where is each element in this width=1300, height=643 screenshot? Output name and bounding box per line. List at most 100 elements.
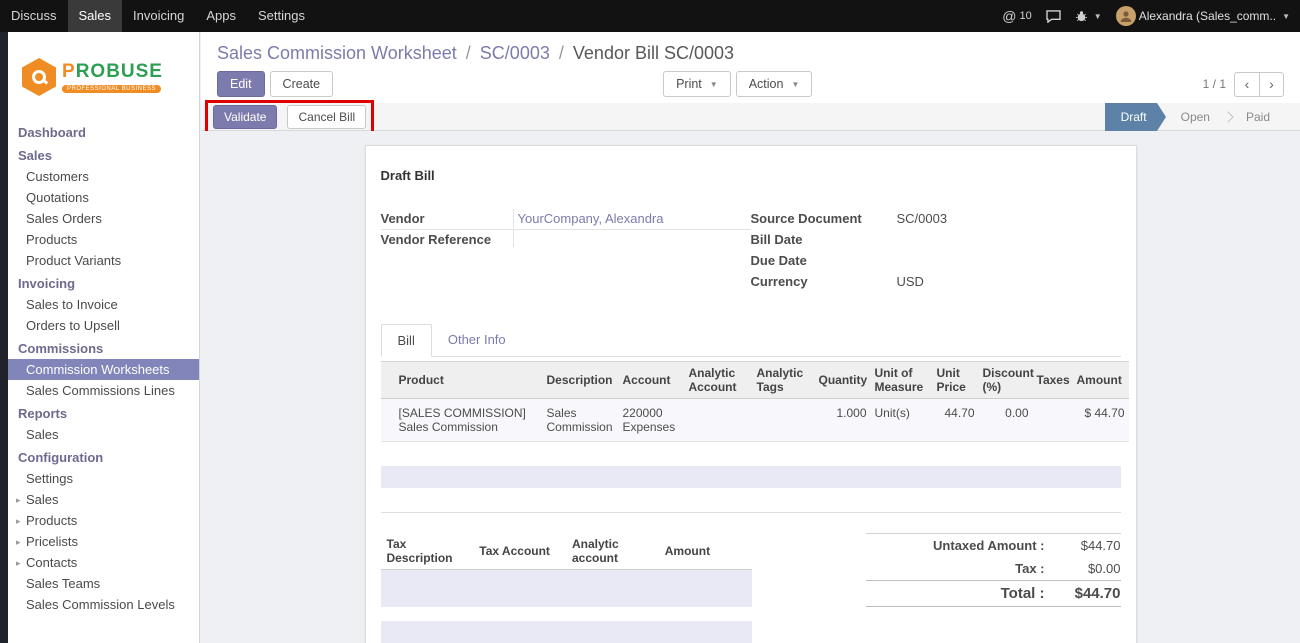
sidebar-section-configuration[interactable]: Configuration bbox=[8, 445, 199, 468]
column-header-unit-price: Unit Price bbox=[933, 362, 979, 399]
column-header-analytic-account: Analytic Account bbox=[685, 362, 753, 399]
handle-column-header bbox=[381, 362, 395, 399]
cell-quantity: 1.000 bbox=[815, 399, 871, 442]
app-window: Discuss Sales Invoicing Apps Settings @ … bbox=[0, 0, 1300, 643]
column-header-analytic-tags: Analytic Tags bbox=[753, 362, 815, 399]
sidebar-item-config-settings[interactable]: Settings bbox=[8, 468, 199, 489]
column-header-amount: Amount bbox=[1073, 362, 1129, 399]
stage-paid[interactable]: Paid bbox=[1234, 103, 1282, 131]
caret-right-icon: ▸ bbox=[16, 516, 21, 527]
stage-draft[interactable]: Draft bbox=[1105, 103, 1157, 131]
due-date-label: Due Date bbox=[751, 251, 893, 270]
logo-title: PROBUSE bbox=[62, 61, 163, 83]
sidebar-item-product-variants[interactable]: Product Variants bbox=[8, 250, 199, 271]
sidebar-section-invoicing[interactable]: Invoicing bbox=[8, 271, 199, 294]
sidebar-item-config-contacts[interactable]: ▸ Contacts bbox=[8, 552, 199, 573]
chat-bubble-icon[interactable] bbox=[1046, 10, 1061, 23]
page-title: Draft Bill bbox=[381, 168, 1121, 183]
form-sheet: Draft Bill Vendor YourCompany, Alexandra… bbox=[365, 145, 1137, 643]
caret-down-icon: ▼ bbox=[791, 80, 799, 89]
sidebar-item-quotations[interactable]: Quotations bbox=[8, 187, 199, 208]
sidebar-section-reports[interactable]: Reports bbox=[8, 401, 199, 424]
total-value: $44.70 bbox=[1057, 585, 1121, 602]
topmenu-settings[interactable]: Settings bbox=[247, 0, 316, 32]
empty-line-band bbox=[381, 466, 1121, 488]
column-header-tax-analytic-account: Analytic account bbox=[566, 533, 659, 570]
sidebar-item-dashboard[interactable]: Dashboard bbox=[8, 120, 199, 143]
at-icon: @ bbox=[1002, 8, 1016, 24]
print-dropdown-button[interactable]: Print ▼ bbox=[663, 71, 731, 97]
column-header-tax-description: Tax Description bbox=[381, 533, 474, 570]
bill-date-value bbox=[893, 230, 1121, 247]
validate-button[interactable]: Validate bbox=[213, 105, 277, 129]
sidebar-item-sales-teams[interactable]: Sales Teams bbox=[8, 573, 199, 594]
column-header-tax-amount: Amount bbox=[659, 533, 752, 570]
sidebar-item-config-products[interactable]: ▸ Products bbox=[8, 510, 199, 531]
pager-previous-button[interactable]: ‹ bbox=[1234, 72, 1259, 97]
topmenu-sales[interactable]: Sales bbox=[68, 0, 123, 32]
vendor-label: Vendor bbox=[381, 209, 513, 228]
column-header-uom: Unit of Measure bbox=[871, 362, 933, 399]
notebook-tabs: Bill Other Info bbox=[381, 323, 1121, 357]
cell-product: [SALES COMMISSION] Sales Commission bbox=[395, 399, 543, 442]
topmenu-invoicing[interactable]: Invoicing bbox=[122, 0, 195, 32]
sidebar-item-commission-worksheets[interactable]: Commission Worksheets bbox=[8, 359, 199, 380]
cell-analytic-tags bbox=[753, 399, 815, 442]
column-header-account: Account bbox=[619, 362, 685, 399]
vendor-value-link[interactable]: YourCompany, Alexandra bbox=[513, 209, 751, 228]
sidebar-item-sales-orders[interactable]: Sales Orders bbox=[8, 208, 199, 229]
sidebar: PROBUSE PROFESSIONAL BUSINESS Dashboard … bbox=[8, 32, 200, 643]
sidebar-item-label: Products bbox=[26, 513, 77, 528]
sidebar-section-sales[interactable]: Sales bbox=[8, 143, 199, 166]
action-dropdown-button[interactable]: Action ▼ bbox=[736, 71, 813, 97]
stage-open[interactable]: Open bbox=[1169, 103, 1222, 131]
column-header-tax-account: Tax Account bbox=[473, 533, 566, 570]
breadcrumb-separator: / bbox=[555, 43, 568, 63]
logo-hexagon-icon bbox=[22, 58, 56, 96]
mentions-icon[interactable]: @ 10 bbox=[1002, 8, 1031, 24]
tab-bill[interactable]: Bill bbox=[381, 324, 432, 357]
sidebar-item-orders-to-upsell[interactable]: Orders to Upsell bbox=[8, 315, 199, 336]
edit-button[interactable]: Edit bbox=[217, 71, 265, 97]
breadcrumb-current: Vendor Bill SC/0003 bbox=[573, 43, 734, 63]
pager-next-button[interactable]: › bbox=[1259, 72, 1284, 97]
cell-account: 220000 Expenses bbox=[619, 399, 685, 442]
caret-right-icon: ▸ bbox=[16, 495, 21, 506]
tax-value: $0.00 bbox=[1057, 561, 1121, 576]
create-button[interactable]: Create bbox=[270, 71, 334, 97]
sidebar-item-products[interactable]: Products bbox=[8, 229, 199, 250]
column-header-taxes: Taxes bbox=[1033, 362, 1073, 399]
sidebar-section-commissions[interactable]: Commissions bbox=[8, 336, 199, 359]
tab-other-info[interactable]: Other Info bbox=[432, 324, 522, 357]
sidebar-item-sales-to-invoice[interactable]: Sales to Invoice bbox=[8, 294, 199, 315]
sidebar-item-config-pricelists[interactable]: ▸ Pricelists bbox=[8, 531, 199, 552]
apps-edge-strip bbox=[0, 32, 8, 643]
table-row[interactable]: [SALES COMMISSION] Sales Commission Sale… bbox=[381, 399, 1129, 442]
cell-description: Sales Commission bbox=[543, 399, 619, 442]
red-annotation-box: Validate Cancel Bill bbox=[205, 100, 374, 134]
top-menu-bar: Discuss Sales Invoicing Apps Settings @ … bbox=[0, 0, 1300, 32]
sidebar-item-sales-commission-levels[interactable]: Sales Commission Levels bbox=[8, 594, 199, 615]
user-menu[interactable]: Alexandra (Sales_comm.. ▼ bbox=[1116, 6, 1290, 26]
chevron-right-icon bbox=[1222, 111, 1233, 122]
sidebar-item-customers[interactable]: Customers bbox=[8, 166, 199, 187]
logo-subtitle: PROFESSIONAL BUSINESS bbox=[62, 85, 161, 93]
totals-block: Untaxed Amount : $44.70 Tax : $0.00 Tota… bbox=[866, 533, 1121, 607]
caret-right-icon: ▸ bbox=[16, 558, 21, 569]
untaxed-amount-value: $44.70 bbox=[1057, 538, 1121, 553]
column-header-product: Product bbox=[395, 362, 543, 399]
debug-bug-icon[interactable]: ▼ bbox=[1075, 10, 1102, 23]
sidebar-item-sales-commissions-lines[interactable]: Sales Commissions Lines bbox=[8, 380, 199, 401]
cancel-bill-button[interactable]: Cancel Bill bbox=[287, 105, 366, 129]
topmenu-discuss[interactable]: Discuss bbox=[0, 0, 68, 32]
status-stages: Draft Open Paid bbox=[1105, 103, 1300, 131]
breadcrumb: Sales Commission Worksheet / SC/0003 / V… bbox=[201, 32, 1300, 64]
topmenu-apps[interactable]: Apps bbox=[195, 0, 247, 32]
breadcrumb-record-link[interactable]: SC/0003 bbox=[480, 43, 550, 63]
sidebar-item-config-sales[interactable]: ▸ Sales bbox=[8, 489, 199, 510]
sidebar-item-label: Pricelists bbox=[26, 534, 78, 549]
tax-empty-row bbox=[381, 570, 752, 608]
breadcrumb-worksheets-link[interactable]: Sales Commission Worksheet bbox=[217, 43, 457, 63]
sidebar-item-reports-sales[interactable]: Sales bbox=[8, 424, 199, 445]
currency-value: USD bbox=[893, 272, 1121, 291]
